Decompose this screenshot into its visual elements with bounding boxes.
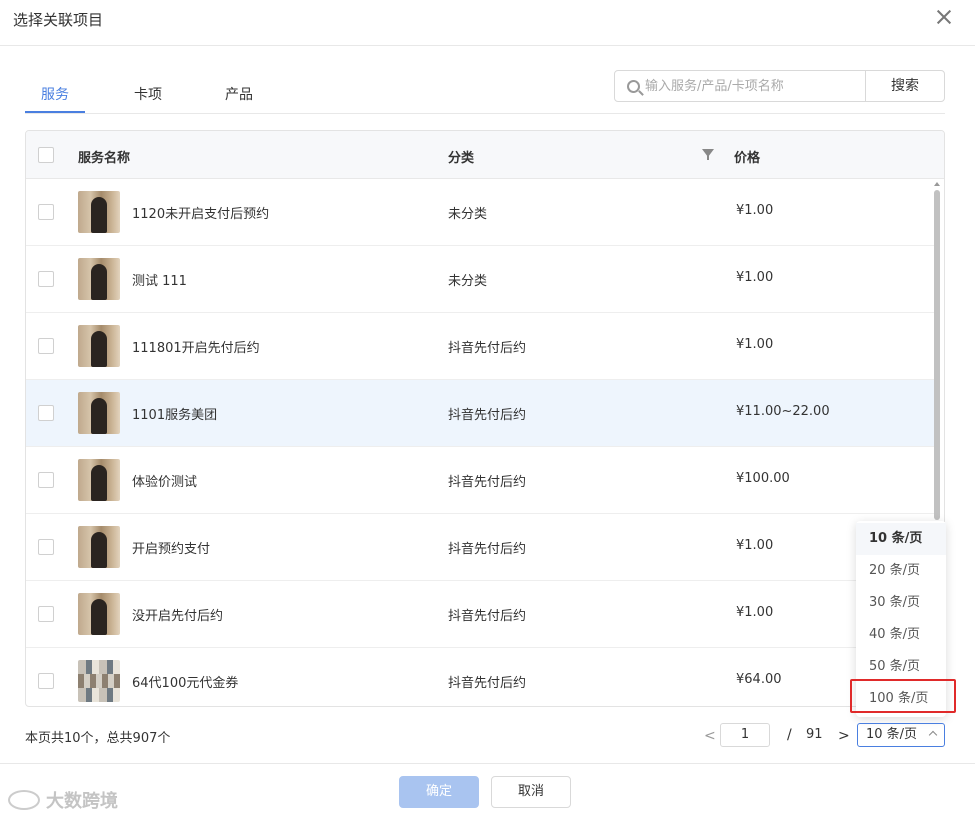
service-price: ¥11.00~22.00 [736, 404, 830, 419]
row-checkbox[interactable] [38, 472, 54, 488]
service-name: 1120未开启支付后预约 [132, 207, 270, 222]
page-size-select[interactable]: 10 条/页 [857, 723, 945, 747]
table-row[interactable]: 没开启先付后约 抖音先付后约 ¥1.00 [26, 581, 936, 648]
scroll-up-arrow-icon[interactable] [934, 182, 940, 186]
watermark-text: 大数跨境 [46, 791, 118, 812]
page-size-option-20[interactable]: 20 条/页 [856, 555, 946, 587]
row-checkbox[interactable] [38, 405, 54, 421]
service-category: 未分类 [448, 274, 488, 289]
active-tab-indicator [25, 111, 85, 113]
service-price: ¥1.00 [736, 337, 774, 352]
table-header: 服务名称 分类 价格 [26, 131, 944, 179]
table-row[interactable]: 1120未开启支付后预约 未分类 ¥1.00 [26, 179, 936, 246]
tab-products[interactable]: 产品 [225, 84, 253, 104]
row-checkbox[interactable] [38, 338, 54, 354]
column-header-price: 价格 [734, 151, 761, 166]
next-page-button[interactable]: > [838, 728, 850, 744]
service-name: 64代100元代金券 [132, 676, 239, 691]
table-row[interactable]: 体验价测试 抖音先付后约 ¥100.00 [26, 447, 936, 514]
tab-services[interactable]: 服务 [41, 84, 69, 104]
column-header-category: 分类 [448, 151, 475, 166]
service-category: 抖音先付后约 [448, 676, 527, 691]
service-price: ¥1.00 [736, 270, 774, 285]
search-input[interactable] [645, 71, 860, 101]
row-checkbox[interactable] [38, 673, 54, 689]
total-pages: 91 [806, 727, 823, 742]
page-size-select-value: 10 条/页 [866, 727, 918, 742]
service-price: ¥1.00 [736, 538, 774, 553]
search-icon [627, 80, 640, 93]
filter-icon[interactable] [702, 149, 714, 160]
service-name: 111801开启先付后约 [132, 341, 260, 356]
service-category: 抖音先付后约 [448, 475, 527, 490]
service-price: ¥1.00 [736, 203, 774, 218]
service-thumbnail [78, 392, 120, 434]
service-category: 抖音先付后约 [448, 609, 527, 624]
service-category: 未分类 [448, 207, 488, 222]
service-name: 1101服务美团 [132, 408, 218, 423]
dialog-title: 选择关联项目 [13, 11, 104, 29]
chevron-up-icon [928, 730, 938, 740]
table-row[interactable]: 开启预约支付 抖音先付后约 ¥1.00 [26, 514, 936, 581]
page-separator: / [787, 727, 792, 743]
page-number-input[interactable]: 1 [720, 723, 770, 747]
select-all-checkbox[interactable] [38, 147, 54, 163]
confirm-button[interactable]: 确定 [399, 776, 479, 808]
service-price: ¥1.00 [736, 605, 774, 620]
divider [0, 763, 975, 764]
service-name: 体验价测试 [132, 475, 198, 490]
service-thumbnail [78, 258, 120, 300]
row-checkbox[interactable] [38, 271, 54, 287]
column-header-name: 服务名称 [78, 151, 131, 166]
table-scrollbar[interactable] [934, 190, 940, 520]
row-checkbox[interactable] [38, 539, 54, 555]
table-row[interactable]: 1101服务美团 抖音先付后约 ¥11.00~22.00 [26, 380, 936, 447]
row-checkbox[interactable] [38, 606, 54, 622]
service-thumbnail [78, 191, 120, 233]
prev-page-button[interactable]: < [704, 728, 716, 744]
page-size-option-30[interactable]: 30 条/页 [856, 587, 946, 619]
table-row[interactable]: 64代100元代金券 抖音先付后约 ¥64.00 [26, 648, 936, 706]
table-row[interactable]: 111801开启先付后约 抖音先付后约 ¥1.00 [26, 313, 936, 380]
service-category: 抖音先付后约 [448, 341, 527, 356]
service-thumbnail [78, 660, 120, 702]
service-name: 测试 111 [132, 274, 187, 289]
service-thumbnail [78, 459, 120, 501]
search-box [614, 70, 866, 102]
service-thumbnail [78, 526, 120, 568]
dialog-header: 选择关联项目 [0, 0, 975, 46]
service-thumbnail [78, 325, 120, 367]
highlight-box [850, 679, 956, 713]
service-name: 开启预约支付 [132, 542, 211, 557]
service-thumbnail [78, 593, 120, 635]
search-button[interactable]: 搜索 [865, 70, 945, 102]
watermark-logo-icon [8, 790, 40, 810]
page-size-option-40[interactable]: 40 条/页 [856, 619, 946, 651]
table-row[interactable]: 测试 111 未分类 ¥1.00 [26, 246, 936, 313]
service-name: 没开启先付后约 [132, 609, 224, 624]
service-table: 服务名称 分类 价格 1120未开启支付后预约 未分类 ¥1.00 测试 111… [25, 130, 945, 707]
service-price: ¥64.00 [736, 672, 782, 687]
cancel-button[interactable]: 取消 [491, 776, 571, 808]
service-category: 抖音先付后约 [448, 542, 527, 557]
row-checkbox[interactable] [38, 204, 54, 220]
service-category: 抖音先付后约 [448, 408, 527, 423]
tab-cards[interactable]: 卡项 [134, 84, 162, 104]
pagination-summary: 本页共10个，总共907个 [25, 731, 171, 746]
close-icon[interactable] [935, 8, 953, 26]
page-size-option-10[interactable]: 10 条/页 [856, 523, 946, 555]
service-price: ¥100.00 [736, 471, 790, 486]
